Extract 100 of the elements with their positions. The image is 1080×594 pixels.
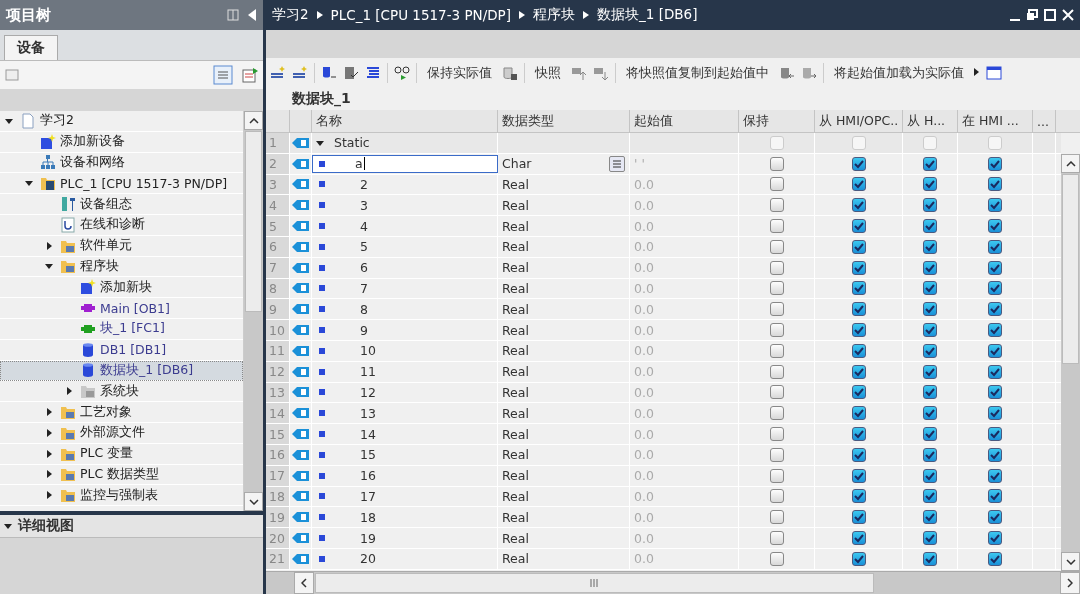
row-number: 14	[266, 403, 290, 424]
table-cell: 0.0	[634, 343, 654, 359]
tree-item[interactable]: 设备和网络	[0, 152, 125, 173]
table-cell: Real	[502, 218, 529, 234]
table-cell: 0.0	[634, 239, 654, 255]
table-cell: Real	[502, 364, 529, 380]
row-number: 11	[266, 340, 290, 361]
table-cell: 20	[360, 551, 376, 567]
tree-item[interactable]: PLC 数据类型	[0, 464, 160, 485]
table-cell: 18	[360, 509, 376, 525]
row-number: 7	[266, 257, 290, 278]
table-cell: 0.0	[634, 260, 654, 276]
table-cell: Real	[502, 322, 529, 338]
toolbar-button[interactable]: 保持实际值	[423, 64, 496, 82]
row-number: 17	[266, 465, 290, 486]
panel-title: 项目树	[6, 5, 51, 25]
tree-item[interactable]: 添加新设备	[0, 131, 125, 152]
tree-item[interactable]: PLC 变量	[0, 443, 134, 464]
table-cell: 7	[360, 280, 368, 296]
tree-item[interactable]: 系统块	[0, 381, 139, 402]
table-cell: Real	[502, 426, 529, 442]
table-cell: 0.0	[634, 447, 654, 463]
column-header[interactable]: 数据类型	[498, 110, 630, 132]
table-cell: 0.0	[634, 197, 654, 213]
row-number: 6	[266, 237, 290, 257]
tree-item[interactable]: DB1 [DB1]	[0, 339, 167, 360]
block-title: 数据块_1	[292, 90, 351, 108]
column-header[interactable]: ...	[1033, 110, 1056, 132]
column-header[interactable]: 起始值	[630, 110, 739, 132]
table-cell: 0.0	[634, 509, 654, 525]
tree-item[interactable]: 添加新块	[0, 277, 152, 298]
table-cell: 0.0	[634, 218, 654, 234]
column-header[interactable]: 从 H...	[903, 110, 958, 132]
row-number: 12	[266, 361, 290, 382]
column-header[interactable]: 名称	[312, 110, 498, 132]
tree-item[interactable]: Main [OB1]	[0, 298, 170, 318]
table-cell: Real	[502, 405, 529, 421]
table-cell: 4	[360, 218, 368, 234]
tree-item[interactable]: 程序块	[0, 256, 119, 277]
row-number: 16	[266, 444, 290, 465]
table-cell: 10	[360, 343, 376, 359]
breadcrumb-item[interactable]: PLC_1 [CPU 1517-3 PN/DP]	[330, 7, 512, 23]
table-cell: 0.0	[634, 177, 654, 192]
table-cell: Static	[334, 135, 370, 151]
table-cell: 11	[360, 364, 376, 380]
table-cell: Char	[502, 156, 532, 172]
row-number: 20	[266, 528, 290, 548]
column-header[interactable]: 保持	[739, 110, 815, 132]
toolbar-button[interactable]: 将起始值加载为实际值	[830, 64, 968, 82]
column-header[interactable]: 从 HMI/OPC..	[815, 110, 903, 132]
table-cell: Real	[502, 197, 529, 213]
tree-item[interactable]: 外部源文件	[0, 422, 145, 443]
table-cell: 0.0	[634, 322, 654, 338]
breadcrumb-item[interactable]: 数据块_1 [DB6]	[597, 6, 698, 24]
tree-item[interactable]: 工艺对象	[0, 402, 132, 422]
table-cell: 0.0	[634, 364, 654, 380]
table-cell: ' '	[634, 156, 645, 172]
row-number: 9	[266, 299, 290, 320]
tree-item[interactable]: 学习2	[0, 111, 74, 131]
table-cell: Real	[502, 301, 529, 317]
column-header[interactable]: 在 HMI ...	[958, 110, 1033, 132]
row-number: 1	[266, 133, 290, 153]
table-cell: 0.0	[634, 530, 654, 546]
row-number: 4	[266, 195, 290, 216]
tree-item[interactable]: 块_1 [FC1]	[0, 318, 165, 339]
tree-item[interactable]: 设备组态	[0, 194, 132, 214]
table-cell: 8	[360, 301, 368, 317]
row-number: 15	[266, 424, 290, 444]
table-cell: 0.0	[634, 468, 654, 484]
breadcrumb-item[interactable]: 程序块	[533, 6, 576, 24]
table-cell: 17	[360, 488, 376, 504]
breadcrumb-item[interactable]: 学习2	[272, 6, 309, 24]
row-number: 2	[266, 153, 290, 174]
table-cell: 0.0	[634, 405, 654, 421]
table-cell: 9	[360, 322, 368, 338]
name-input[interactable]: a	[312, 154, 498, 173]
table-cell: Real	[502, 447, 529, 463]
tree-item[interactable]: 软件单元	[0, 235, 132, 256]
row-number: 21	[266, 548, 290, 569]
table-cell: 3	[360, 197, 368, 213]
row-number: 18	[266, 486, 290, 507]
table-cell: 0.0	[634, 426, 654, 442]
table-cell: 12	[360, 384, 376, 400]
tree-item[interactable]: PLC_1 [CPU 1517-3 PN/DP]	[0, 173, 228, 194]
toolbar-button[interactable]: 将快照值复制到起始值中	[622, 64, 773, 82]
table-cell: Real	[502, 280, 529, 296]
tree-item[interactable]: 在线和诊断	[0, 215, 145, 235]
table-cell: Real	[502, 488, 529, 504]
table-cell: Real	[502, 343, 529, 359]
tree-item[interactable]: 监控与强制表	[0, 485, 158, 506]
table-cell: Real	[502, 468, 529, 484]
row-number: 10	[266, 320, 290, 340]
row-number: 13	[266, 382, 290, 403]
toolbar-button[interactable]: 快照	[531, 64, 565, 82]
table-cell: Real	[502, 260, 529, 276]
devices-tab[interactable]: 设备	[4, 35, 58, 60]
table-cell: 0.0	[634, 301, 654, 317]
table-cell: 19	[360, 530, 376, 546]
table-cell: Real	[502, 239, 529, 255]
row-number: 5	[266, 216, 290, 236]
